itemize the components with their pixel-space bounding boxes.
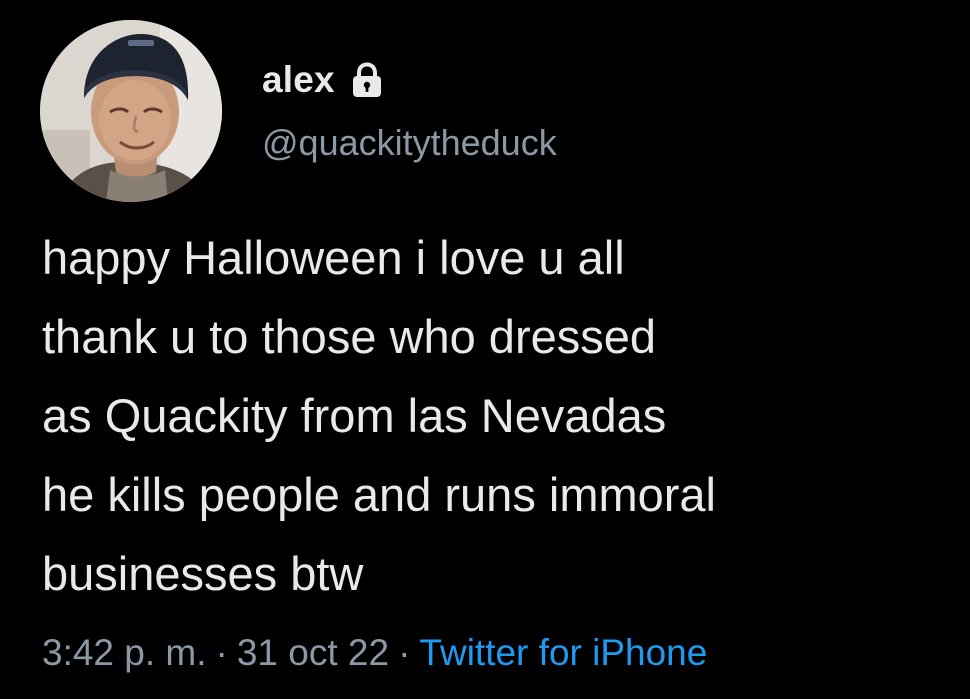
tweet-text-line: happy Halloween i love u all [42,231,625,284]
user-handle[interactable]: @quackitytheduck [262,121,557,165]
tweet-meta: 3:42 p. m. · 31 oct 22 · Twitter for iPhone [42,627,707,679]
tweet-text: happy Halloween i love u all thank u to … [42,218,957,613]
tweet-text-line: as Quackity from las Nevadas [42,389,667,442]
display-name[interactable]: alex [262,59,335,101]
lock-icon [348,61,386,99]
avatar[interactable] [40,20,222,202]
tweet-text-line: he kills people and runs immoral [42,468,716,521]
meta-separator: · [215,632,228,673]
tweet-card: alex @quackitytheduck happy Halloween i … [0,0,970,699]
tweet-source-link[interactable]: Twitter for iPhone [419,632,707,673]
avatar-photo [40,20,222,202]
tweet-time[interactable]: 3:42 p. m. [42,632,207,673]
meta-separator: · [398,632,411,673]
user-name-row[interactable]: alex [262,55,386,105]
tweet-text-line: thank u to those who dressed [42,310,657,363]
tweet-text-line: businesses btw [42,547,364,600]
tweet-date[interactable]: 31 oct 22 [237,632,389,673]
